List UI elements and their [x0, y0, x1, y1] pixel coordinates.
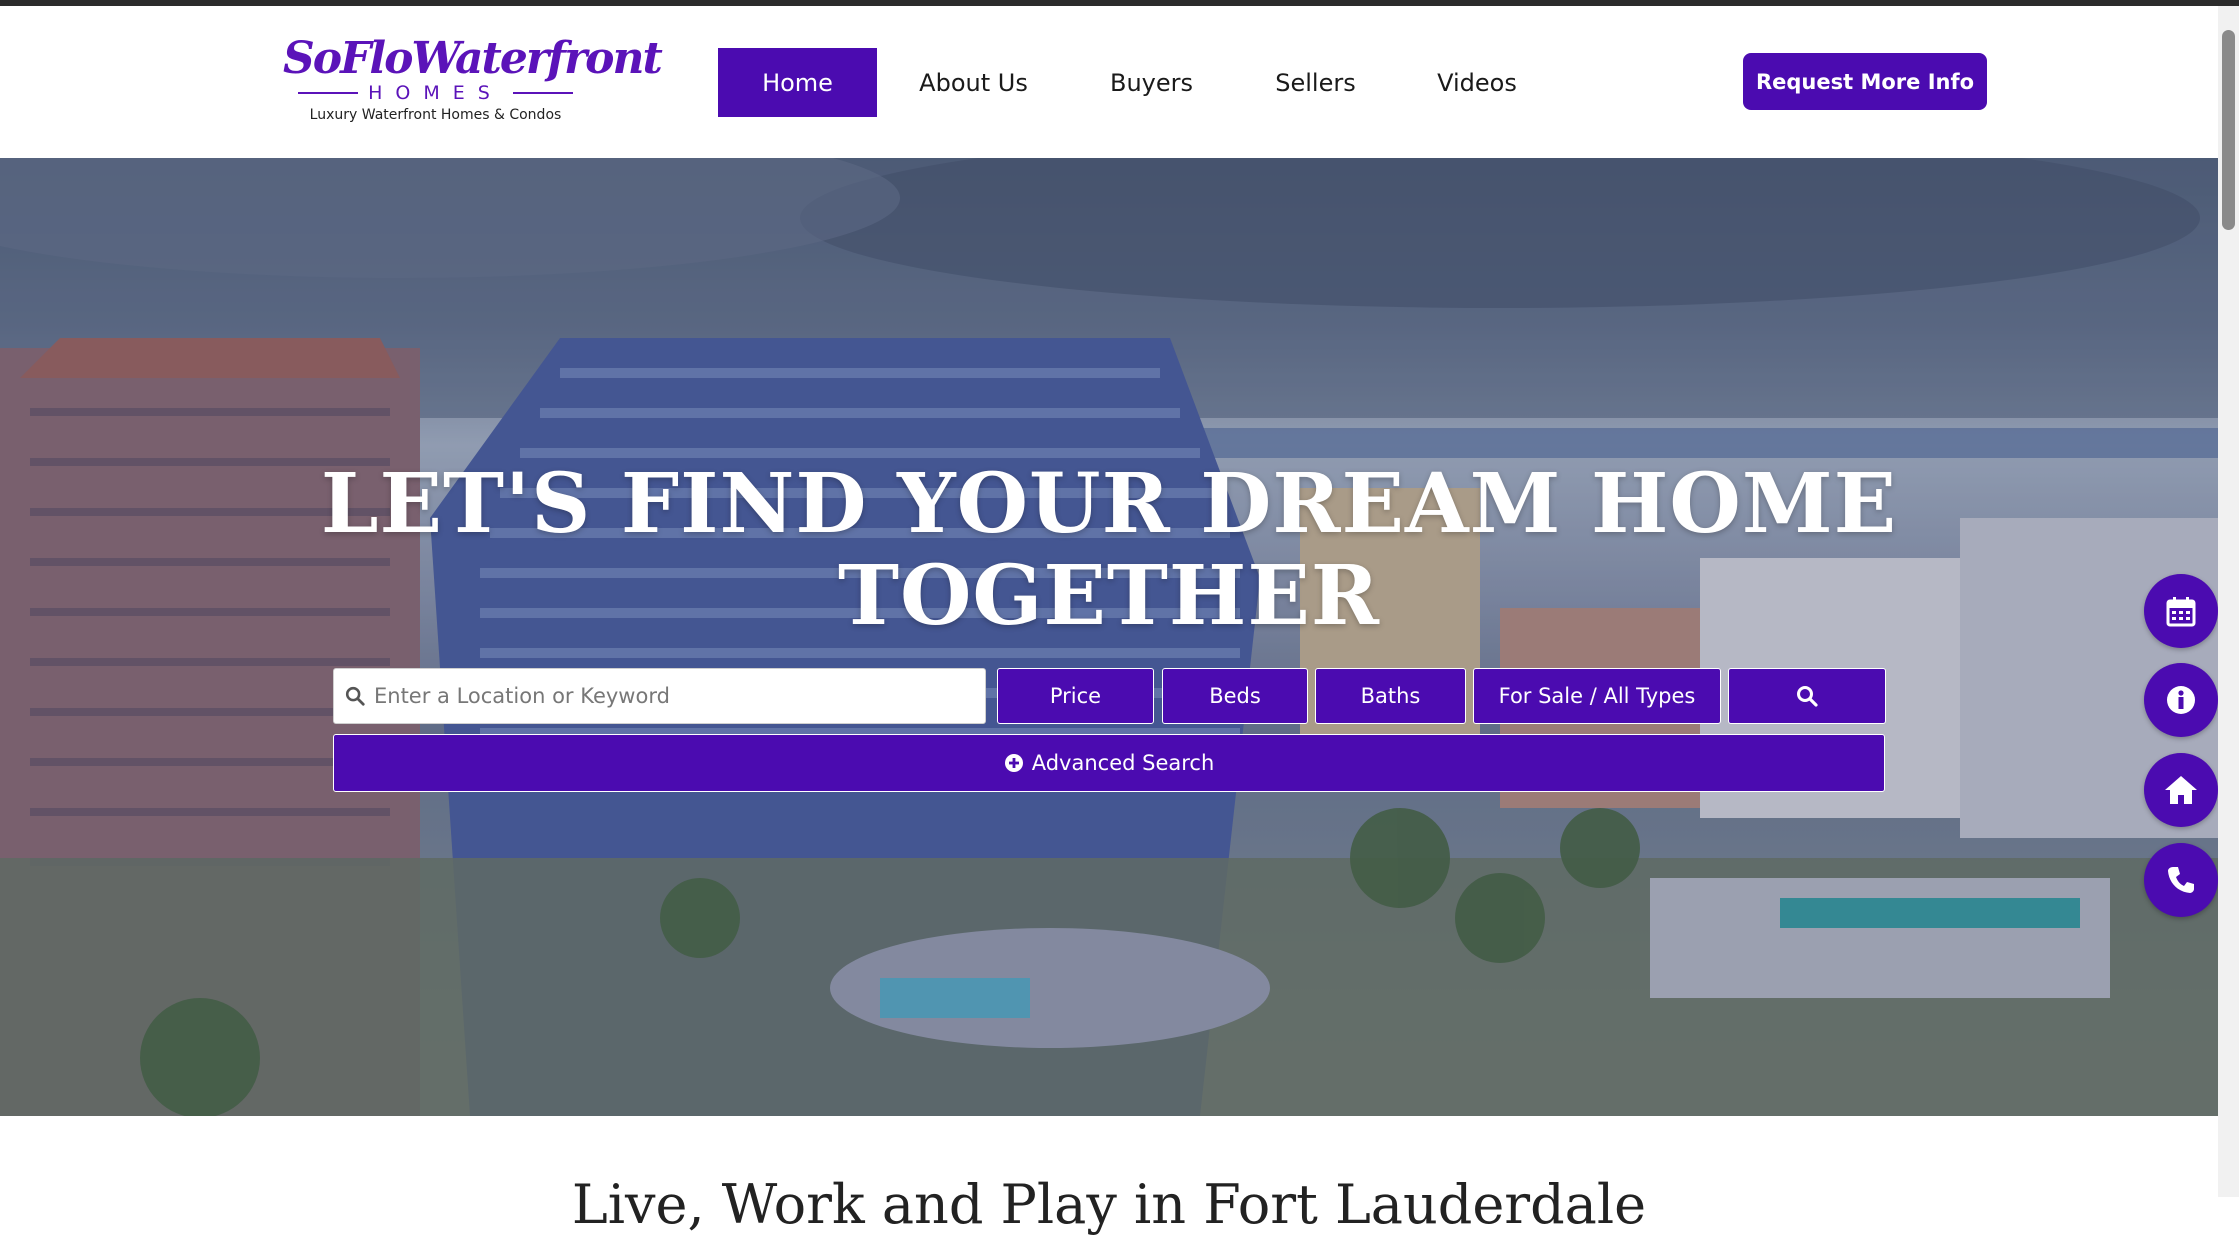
search-submit-button[interactable]: [1728, 668, 1886, 724]
hero-section: LET'S FIND YOUR DREAM HOME TOGETHER Pric…: [0, 158, 2218, 1116]
logo-script-text: SoFloWaterfront: [283, 33, 663, 84]
logo-homes-row: HOMES: [283, 82, 588, 104]
baths-filter-button[interactable]: Baths: [1315, 668, 1466, 724]
section-heading: Live, Work and Play in Fort Lauderdale: [571, 1173, 1647, 1236]
logo-homes-text: HOMES: [368, 82, 503, 104]
search-icon: [1797, 686, 1818, 707]
phone-icon: [2168, 867, 2194, 893]
call-button[interactable]: [2144, 843, 2218, 917]
calendar-icon: [2166, 597, 2196, 627]
nav-item-home[interactable]: Home: [718, 48, 877, 117]
home-icon: [2165, 776, 2197, 804]
nav-item-videos[interactable]: Videos: [1398, 48, 1556, 117]
hero-title-line-2: TOGETHER: [837, 548, 1381, 644]
info-icon: [2167, 686, 2195, 714]
page-scrollbar[interactable]: [2218, 6, 2239, 1197]
nav-item-buyers[interactable]: Buyers: [1070, 48, 1233, 117]
info-button[interactable]: [2144, 663, 2218, 737]
site-header: SoFloWaterfront HOMES Luxury Waterfront …: [0, 6, 2218, 158]
beds-filter-button[interactable]: Beds: [1162, 668, 1308, 724]
location-search-field[interactable]: [333, 668, 986, 724]
nav-item-sellers[interactable]: Sellers: [1233, 48, 1398, 117]
logo-rule-left: [298, 92, 359, 94]
logo-tagline: Luxury Waterfront Homes & Condos: [309, 107, 562, 123]
schedule-button[interactable]: [2144, 574, 2218, 648]
nav-item-about-us[interactable]: About Us: [877, 48, 1070, 117]
advanced-search-button[interactable]: Advanced Search: [333, 734, 1885, 792]
home-button[interactable]: [2144, 753, 2218, 827]
advanced-search-label: Advanced Search: [1031, 751, 1215, 775]
logo-rule-right: [512, 92, 573, 94]
listing-type-filter-button[interactable]: For Sale / All Types: [1473, 668, 1721, 724]
hero-title: LET'S FIND YOUR DREAM HOME TOGETHER: [0, 458, 2218, 642]
main-nav: Home About Us Buyers Sellers Videos: [718, 48, 1556, 117]
search-icon: [345, 686, 365, 706]
request-more-info-button[interactable]: Request More Info: [1743, 53, 1987, 110]
location-search-input[interactable]: [372, 683, 976, 709]
plus-circle-icon: [1004, 754, 1023, 772]
hero-title-line-1: LET'S FIND YOUR DREAM HOME: [320, 456, 1898, 552]
scrollbar-thumb[interactable]: [2222, 30, 2235, 230]
price-filter-button[interactable]: Price: [997, 668, 1154, 724]
site-logo[interactable]: SoFloWaterfront HOMES Luxury Waterfront …: [283, 33, 663, 134]
